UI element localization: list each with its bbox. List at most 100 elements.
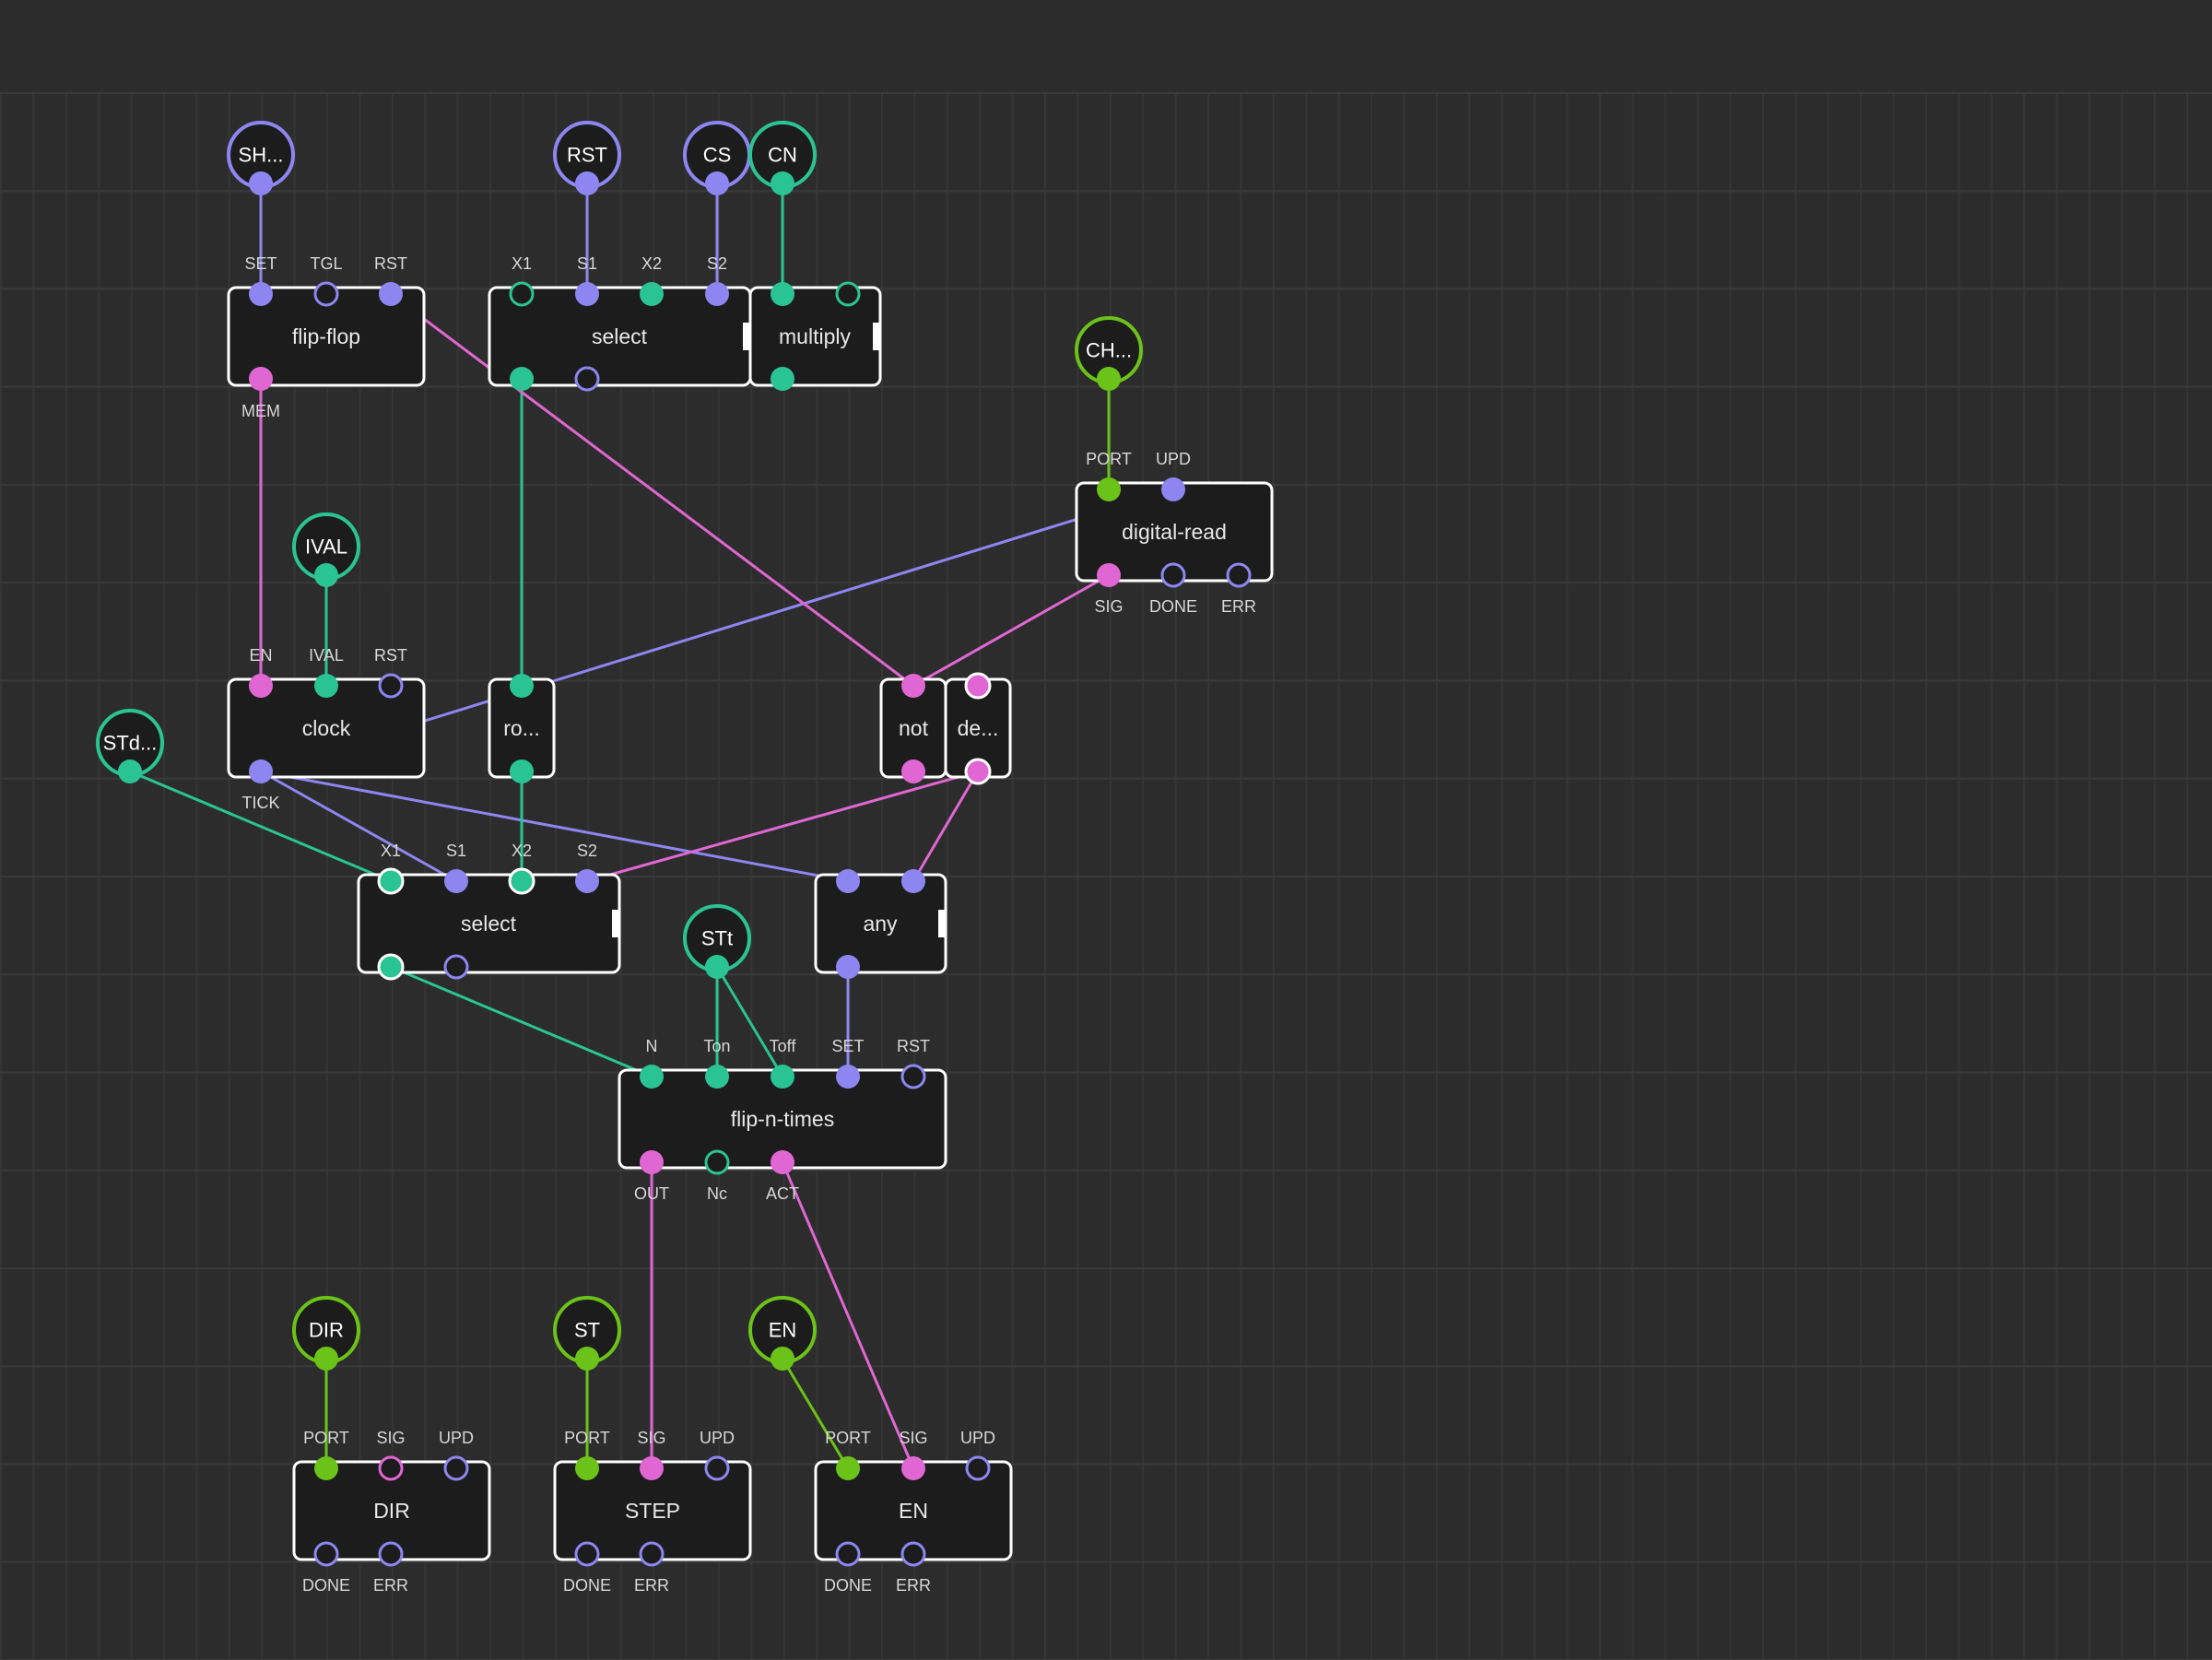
pin-x1[interactable]: [509, 281, 535, 307]
pin-mem[interactable]: [249, 367, 273, 391]
node-defer[interactable]: de...: [944, 672, 1012, 785]
node-flip-flop[interactable]: flip-flop SET TGL RST MEM: [227, 254, 426, 420]
pin-port[interactable]: [1097, 477, 1121, 501]
pin-out[interactable]: [964, 758, 992, 785]
pin-sig[interactable]: [901, 1456, 925, 1480]
pin-x2[interactable]: [640, 282, 664, 306]
pin-label: RST: [374, 254, 407, 273]
pin-upd[interactable]: [1161, 477, 1185, 501]
pin-done[interactable]: [443, 954, 469, 980]
terminal-en[interactable]: EN: [748, 1296, 817, 1371]
pin-done[interactable]: [574, 366, 600, 392]
link-en-port[interactable]: [781, 1358, 850, 1469]
link-defer-s2[interactable]: [586, 770, 979, 883]
pin-set[interactable]: [249, 282, 273, 306]
pin-done[interactable]: [1160, 562, 1186, 588]
pin-out[interactable]: [836, 955, 860, 979]
pin-port[interactable]: [575, 1456, 599, 1480]
node-en[interactable]: EN PORT SIG UPD DONE ERR: [814, 1429, 1013, 1595]
pin-in[interactable]: [901, 674, 925, 698]
link-tick-s1[interactable]: [260, 770, 457, 883]
terminal-stt[interactable]: STt: [683, 904, 751, 979]
pin-out[interactable]: [377, 953, 405, 981]
terminal-label: CS: [703, 144, 732, 167]
pin-sig[interactable]: [640, 1456, 664, 1480]
terminal-cn[interactable]: CN: [748, 121, 817, 195]
link-stt-toff[interactable]: [715, 966, 784, 1077]
pin-upd[interactable]: [965, 1455, 991, 1481]
pin-in2[interactable]: [835, 281, 861, 307]
pin-out[interactable]: [510, 367, 534, 391]
pin-set[interactable]: [836, 1065, 860, 1089]
pin-tick[interactable]: [249, 759, 273, 783]
pin-out[interactable]: [510, 759, 534, 783]
terminal-rst[interactable]: RST: [553, 121, 621, 195]
node-round[interactable]: ro...: [488, 674, 556, 783]
node-any[interactable]: any: [814, 869, 947, 979]
pin-tgl[interactable]: [313, 281, 339, 307]
pin-upd[interactable]: [704, 1455, 730, 1481]
pin-s2[interactable]: [705, 282, 729, 306]
pin-port[interactable]: [836, 1456, 860, 1480]
pin-err[interactable]: [378, 1541, 404, 1567]
pin-label: TGL: [310, 254, 342, 273]
pin-ival[interactable]: [314, 674, 338, 698]
link-sig-not[interactable]: [912, 573, 1110, 688]
pin-out[interactable]: [640, 1150, 664, 1174]
pin-err[interactable]: [639, 1541, 665, 1567]
pin-x2[interactable]: [508, 867, 535, 895]
node-not[interactable]: not: [879, 674, 947, 783]
node-label: not: [899, 716, 929, 740]
patch-graph[interactable]: SH... RST CS CN CH... IVAL STd... STt DI…: [0, 0, 2212, 1660]
pin-s1[interactable]: [575, 282, 599, 306]
pin-err[interactable]: [1226, 562, 1252, 588]
node-select-mid[interactable]: select X1 S1 X2 S2: [357, 842, 621, 981]
terminal-sh[interactable]: SH...: [227, 121, 295, 195]
pin-done[interactable]: [574, 1541, 600, 1567]
pin-ton[interactable]: [705, 1065, 729, 1089]
pin-rst[interactable]: [379, 282, 403, 306]
pin-in[interactable]: [510, 674, 534, 698]
node-multiply[interactable]: multiply: [748, 281, 882, 391]
pin-sig[interactable]: [1097, 563, 1121, 587]
pin-sig[interactable]: [378, 1455, 404, 1481]
pin-in1[interactable]: [836, 869, 860, 893]
pin-nc[interactable]: [704, 1149, 730, 1175]
pin-rst[interactable]: [900, 1064, 926, 1089]
node-select-top[interactable]: select X1 S1 X2 S2: [488, 254, 752, 392]
pin-done[interactable]: [835, 1541, 861, 1567]
terminal-ch[interactable]: CH...: [1075, 316, 1143, 391]
node-digital-read[interactable]: digital-read PORT UPD SIG DONE ERR: [1075, 450, 1274, 616]
pin-label: IVAL: [309, 646, 344, 665]
pin-label: ERR: [373, 1576, 408, 1595]
pin-label: ERR: [1221, 597, 1256, 616]
terminal-st[interactable]: ST: [553, 1296, 621, 1371]
pin-done[interactable]: [313, 1541, 339, 1567]
terminal-std[interactable]: STd...: [96, 709, 164, 783]
pin-out[interactable]: [901, 759, 925, 783]
node-label: STEP: [625, 1499, 680, 1523]
pin-err[interactable]: [900, 1541, 926, 1567]
pin-s2[interactable]: [575, 869, 599, 893]
pin-label: PORT: [1086, 450, 1132, 468]
node-label: digital-read: [1122, 520, 1227, 544]
terminal-cs[interactable]: CS: [683, 121, 751, 195]
pin-rst[interactable]: [378, 673, 404, 699]
pin-port[interactable]: [314, 1456, 338, 1480]
pin-s1[interactable]: [444, 869, 468, 893]
pin-out[interactable]: [771, 367, 794, 391]
pin-in1[interactable]: [771, 282, 794, 306]
pin-act[interactable]: [771, 1150, 794, 1174]
pin-n[interactable]: [640, 1065, 664, 1089]
pin-en[interactable]: [249, 674, 273, 698]
terminal-dir[interactable]: DIR: [292, 1296, 360, 1371]
node-dir[interactable]: DIR PORT SIG UPD DONE ERR: [292, 1429, 491, 1595]
pin-in2[interactable]: [901, 869, 925, 893]
node-flip-n-times[interactable]: flip-n-times N Ton Toff SET RST OUT Nc A…: [618, 1037, 947, 1203]
pin-toff[interactable]: [771, 1065, 794, 1089]
link-select-n[interactable]: [390, 965, 653, 1078]
pin-x1[interactable]: [377, 867, 405, 895]
pin-upd[interactable]: [443, 1455, 469, 1481]
terminal-ival[interactable]: IVAL: [292, 512, 360, 587]
pin-in[interactable]: [964, 672, 992, 700]
